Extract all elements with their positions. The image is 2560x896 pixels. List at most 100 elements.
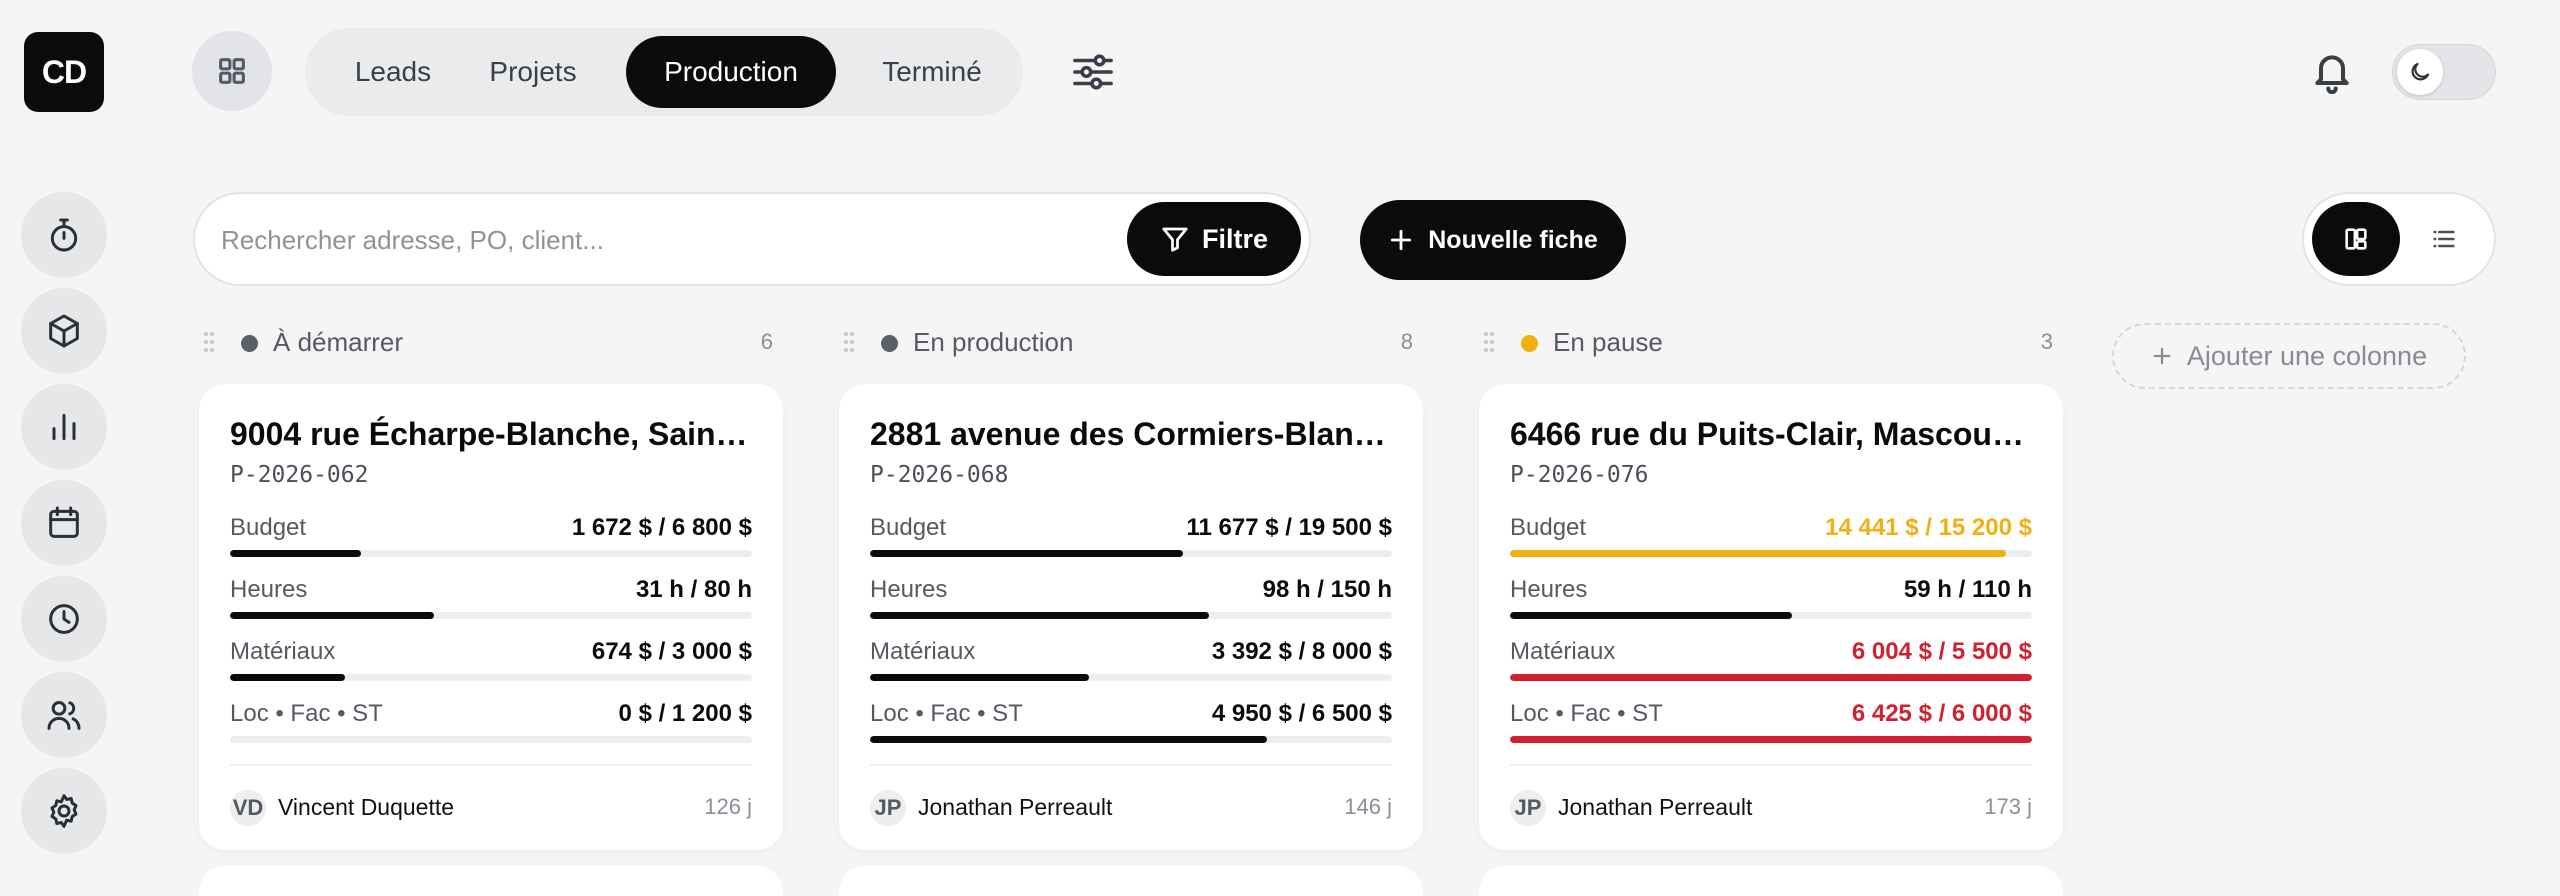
board-view-button[interactable] (2312, 202, 2400, 276)
column-count: 3 (2040, 329, 2053, 354)
plus-icon (1391, 229, 1412, 251)
owner-name: Vincent Duquette (278, 794, 455, 820)
metric-progress (230, 736, 752, 743)
metric-row: Loc • Fac • ST 6 425 $ / 6 000 $ (1510, 700, 2032, 762)
card-po-number: P-2026-076 (1510, 462, 1649, 488)
metric-row: Matériaux 6 004 $ / 5 500 $ (1510, 638, 2032, 700)
metric-label: Loc • Fac • ST (870, 700, 1023, 727)
metric-row: Loc • Fac • ST 0 $ / 1 200 $ (230, 700, 752, 762)
drag-handle-icon[interactable] (1483, 331, 1495, 353)
project-card[interactable] (839, 866, 1423, 896)
metric-row: Matériaux 3 392 $ / 8 000 $ (870, 638, 1392, 700)
add-column-button[interactable]: Ajouter une colonne (2112, 323, 2466, 389)
tab-projets[interactable]: Projets (465, 36, 601, 108)
metric-row: Heures 59 h / 110 h (1510, 576, 2032, 638)
status-dot (881, 335, 898, 352)
metric-row: Budget 1 672 $ / 6 800 $ (230, 514, 752, 576)
owner-name: Jonathan Perreault (1558, 794, 1753, 820)
days-count: 173 j (1984, 794, 2032, 819)
avatar: JP (870, 790, 906, 826)
status-dot (241, 335, 258, 352)
metric-label: Heures (230, 576, 308, 603)
list-view-button[interactable] (2400, 202, 2488, 276)
list-icon (2433, 230, 2455, 248)
metric-progress (230, 550, 752, 557)
moon-icon (2397, 49, 2443, 95)
metric-value: 0 $ / 1 200 $ (618, 700, 752, 727)
metric-progress (1510, 736, 2032, 743)
board-icon (2345, 228, 2367, 250)
tab-leads[interactable]: Leads (325, 36, 461, 108)
project-card[interactable]: 9004 rue Écharpe-Blanche, Saint-... P-20… (199, 384, 783, 850)
project-card[interactable]: 6466 rue du Puits-Clair, Mascouche P-202… (1479, 384, 2063, 850)
tab-termine[interactable]: Terminé (853, 36, 1011, 108)
view-toggle (2302, 192, 2496, 286)
card-po-number: P-2026-068 (870, 462, 1009, 488)
funnel-icon (1162, 227, 1188, 252)
card-address: 9004 rue Écharpe-Blanche, Saint-... (230, 416, 752, 452)
metric-value: 31 h / 80 h (635, 576, 752, 603)
days-count: 146 j (1344, 794, 1392, 819)
status-dot (1521, 335, 1538, 352)
filter-button-label: Filtre (1201, 223, 1268, 254)
bar-chart-icon[interactable] (21, 384, 107, 470)
metric-progress (870, 674, 1392, 681)
metric-value: 59 h / 110 h (1903, 576, 2032, 603)
column-count: 6 (760, 329, 773, 354)
project-card[interactable]: 2881 avenue des Cormiers-Blancs, ... P-2… (839, 384, 1423, 850)
tab-production[interactable]: Production (626, 36, 836, 108)
calendar-icon[interactable] (21, 480, 107, 566)
metric-label: Heures (1510, 576, 1588, 603)
timer-icon[interactable] (21, 192, 107, 278)
filter-button[interactable]: Filtre (1127, 202, 1301, 276)
column-count: 8 (1400, 329, 1413, 354)
column-title: À démarrer (273, 327, 404, 357)
column-header: En pause 3 (1483, 325, 2053, 361)
card-address: 2881 avenue des Cormiers-Blancs, ... (870, 416, 1392, 452)
metric-value: 1 672 $ / 6 800 $ (571, 514, 752, 541)
gear-icon[interactable] (21, 768, 107, 854)
metric-value: 3 392 $ / 8 000 $ (1211, 638, 1392, 665)
days-count: 126 j (704, 794, 752, 819)
metric-row: Heures 31 h / 80 h (230, 576, 752, 638)
clock-icon[interactable] (21, 576, 107, 662)
new-record-button[interactable]: Nouvelle fiche (1360, 200, 1626, 280)
sliders-icon[interactable] (1070, 52, 1116, 92)
metric-label: Budget (1510, 514, 1587, 541)
stage-tabs: Leads Projets Production Terminé (305, 28, 1023, 116)
box-icon[interactable] (21, 288, 107, 374)
metric-row: Matériaux 674 $ / 3 000 $ (230, 638, 752, 700)
app-logo[interactable]: CD (24, 32, 104, 112)
metric-value: 6 425 $ / 6 000 $ (1851, 700, 2032, 727)
avatar: VD (230, 790, 266, 826)
add-column-label: Ajouter une colonne (2186, 340, 2428, 371)
avatar: JP (1510, 790, 1546, 826)
metric-label: Matériaux (870, 638, 976, 665)
metric-progress (870, 612, 1392, 619)
apps-grid-button[interactable] (192, 31, 272, 111)
metric-value: 14 441 $ / 15 200 $ (1825, 514, 2032, 541)
metric-label: Loc • Fac • ST (230, 700, 383, 727)
metric-label: Budget (230, 514, 307, 541)
metric-label: Matériaux (1510, 638, 1616, 665)
metric-value: 11 677 $ / 19 500 $ (1186, 514, 1392, 541)
card-footer: VD Vincent Duquette 126 j (230, 764, 752, 826)
search-input[interactable] (221, 214, 1001, 266)
grid-icon (219, 58, 245, 84)
metric-label: Budget (870, 514, 947, 541)
theme-toggle[interactable] (2392, 44, 2496, 100)
card-footer: JP Jonathan Perreault 146 j (870, 764, 1392, 826)
metric-progress (1510, 674, 2032, 681)
search-bar: Filtre (193, 192, 1311, 286)
project-card[interactable] (199, 866, 783, 896)
metric-value: 4 950 $ / 6 500 $ (1211, 700, 1392, 727)
metric-value: 674 $ / 3 000 $ (591, 638, 752, 665)
column-title: En production (913, 327, 1074, 357)
card-address: 6466 rue du Puits-Clair, Mascouche (1510, 416, 2032, 452)
project-card[interactable] (1479, 866, 2063, 896)
metric-value: 98 h / 150 h (1262, 576, 1392, 603)
drag-handle-icon[interactable] (203, 331, 215, 353)
users-icon[interactable] (21, 672, 107, 758)
bell-icon[interactable] (2310, 48, 2354, 96)
drag-handle-icon[interactable] (843, 331, 855, 353)
